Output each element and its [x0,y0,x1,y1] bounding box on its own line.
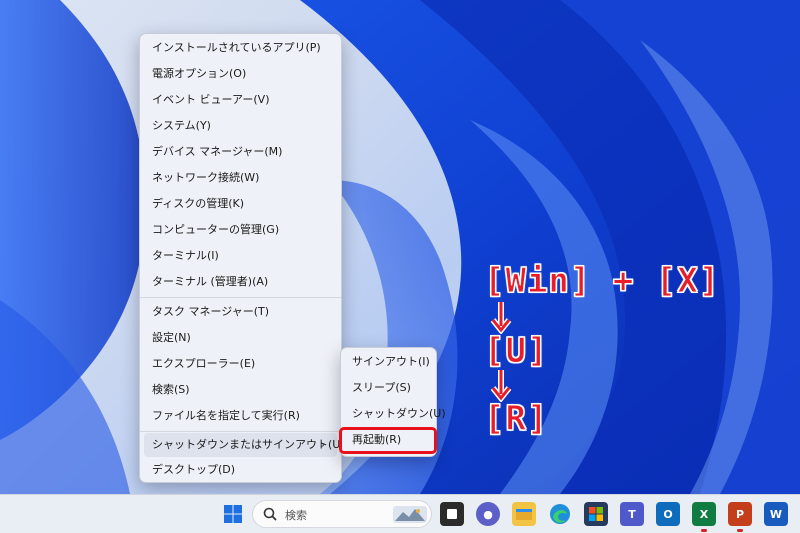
menu-item-computer-management[interactable]: コンピューターの管理(G) [144,218,337,242]
menu-item-device-manager[interactable]: デバイス マネージャー(M) [144,140,337,164]
annotation-shortcut-win-x: [Win] + [X] [483,261,721,301]
search-highlight-illustration-icon [393,506,427,523]
menu-item-system[interactable]: システム(Y) [144,114,337,138]
menu-item-desktop[interactable]: デスクトップ(D) [144,458,337,482]
edge-icon[interactable] [548,502,572,526]
powerpoint-running-indicator [737,529,743,532]
submenu-item-sign-out[interactable]: サインアウト(I) [344,350,433,374]
taskbar: 検索 ● T O X P W [0,494,800,533]
store-icon[interactable] [584,502,608,526]
menu-separator [140,297,341,298]
winx-context-menu: インストールされているアプリ(P) 電源オプション(O) イベント ビューアー(… [139,33,345,483]
excel-icon[interactable]: X [692,502,716,526]
menu-item-task-manager[interactable]: タスク マネージャー(T) [144,300,337,324]
menu-item-label: シャットダウンまたはサインアウト(U) [152,438,345,451]
search-label: 検索 [285,509,307,522]
restart-highlight-box [339,427,437,454]
arrow-down-icon [490,370,512,402]
menu-item-file-explorer[interactable]: エクスプローラー(E) [144,352,337,376]
task-view-icon[interactable] [440,502,464,526]
arrow-down-icon [490,302,512,334]
menu-item-shutdown-or-signout[interactable]: シャットダウンまたはサインアウト(U) › [144,433,345,457]
search-icon [263,507,277,521]
chevron-right-icon: › [320,438,325,451]
menu-item-network-connections[interactable]: ネットワーク接続(W) [144,166,337,190]
windows-start-icon[interactable] [221,502,245,526]
chat-icon[interactable]: ● [476,502,500,526]
menu-item-power-options[interactable]: 電源オプション(O) [144,62,337,86]
submenu-item-shutdown[interactable]: シャットダウン(U) [344,402,446,426]
file-explorer-icon[interactable] [512,502,536,526]
taskbar-search-box[interactable]: 検索 [252,500,432,528]
menu-item-settings[interactable]: 設定(N) [144,326,337,350]
word-icon[interactable]: W [764,502,788,526]
excel-running-indicator [701,529,707,532]
menu-item-search[interactable]: 検索(S) [144,378,337,402]
menu-item-installed-apps[interactable]: インストールされているアプリ(P) [144,36,337,60]
outlook-icon[interactable]: O [656,502,680,526]
menu-item-terminal[interactable]: ターミナル(I) [144,244,337,268]
menu-item-event-viewer[interactable]: イベント ビューアー(V) [144,88,337,112]
powerpoint-icon[interactable]: P [728,502,752,526]
menu-item-terminal-admin[interactable]: ターミナル (管理者)(A) [144,270,337,294]
menu-separator [140,431,341,432]
menu-item-disk-management[interactable]: ディスクの管理(K) [144,192,337,216]
annotation-shortcut-r: [R] [483,399,549,439]
annotation-shortcut-u: [U] [483,331,549,371]
menu-item-run[interactable]: ファイル名を指定して実行(R) [144,404,337,428]
submenu-item-sleep[interactable]: スリープ(S) [344,376,433,400]
teams-icon[interactable]: T [620,502,644,526]
